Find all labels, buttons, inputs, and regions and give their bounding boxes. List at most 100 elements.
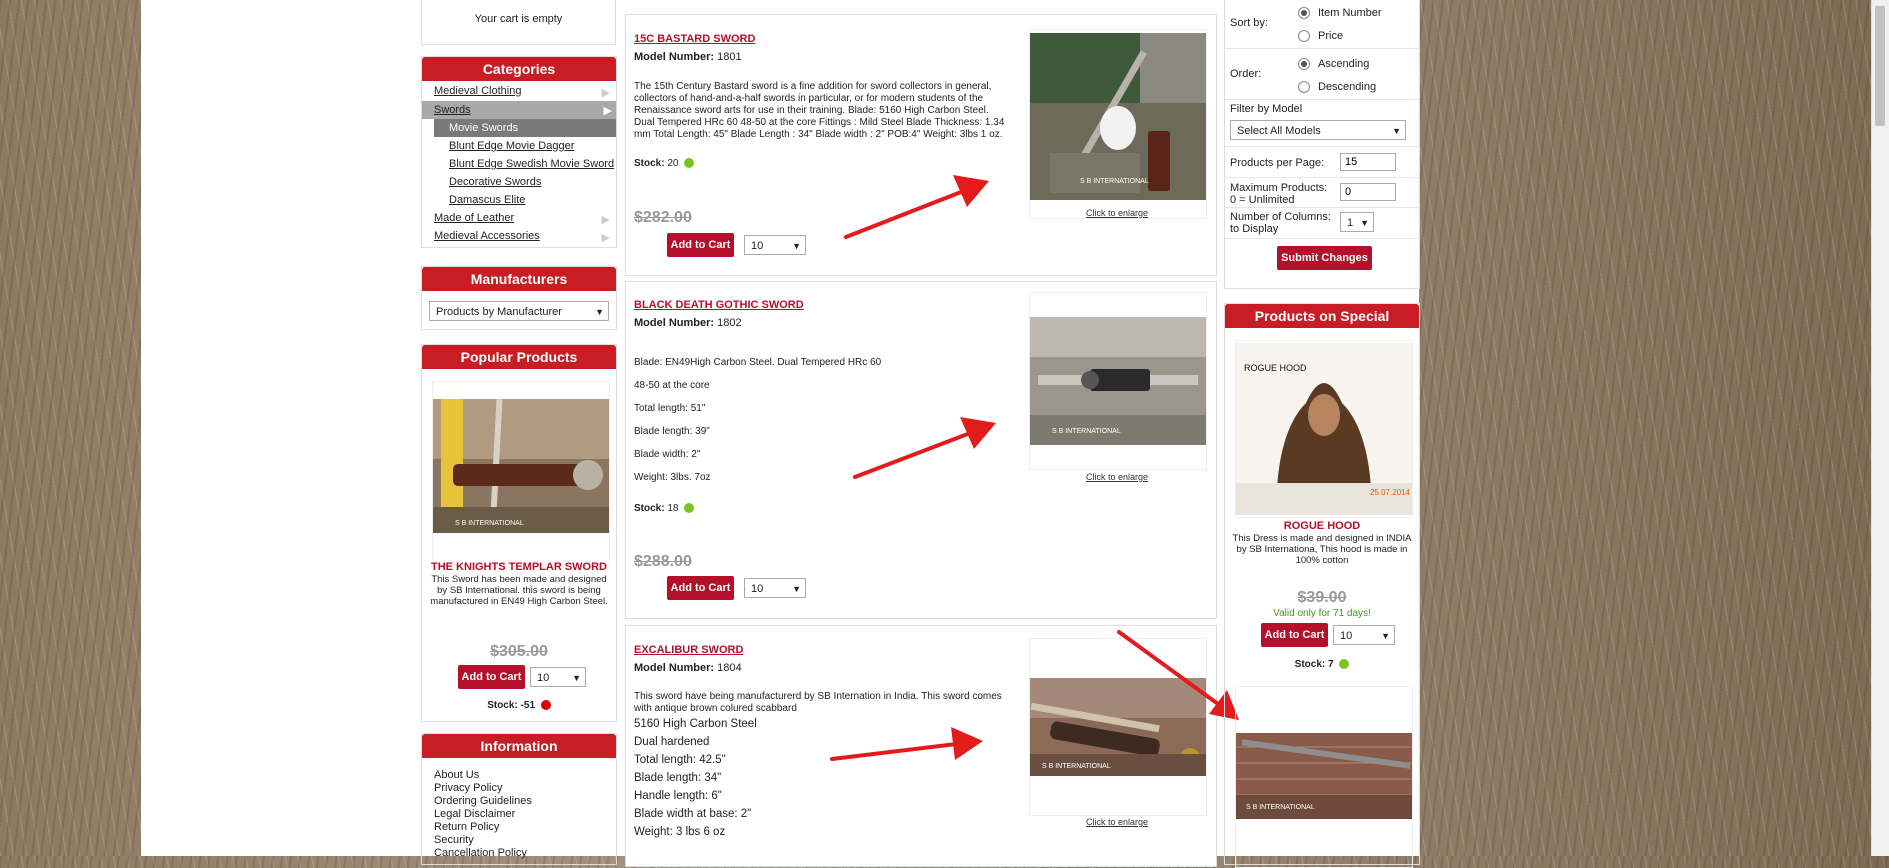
product-image[interactable]: S B INTERNATIONAL	[1030, 33, 1206, 200]
model-value: 1801	[717, 51, 742, 63]
information-box: Information About Us Privacy Policy Orde…	[421, 733, 617, 865]
qty-select[interactable]: 10 ▼	[744, 578, 806, 598]
scrollbar-thumb[interactable]	[1875, 6, 1885, 126]
product-spec-line: 5160 High Carbon Steel	[634, 718, 757, 730]
model-number: Model Number: 1804	[634, 662, 742, 674]
chevron-down-icon: ▼	[792, 241, 801, 251]
subcategory-label[interactable]: Movie Swords	[449, 122, 518, 134]
product-card: BLACK DEATH GOTHIC SWORD Model Number: 1…	[625, 281, 1217, 619]
info-link[interactable]: Return Policy	[434, 821, 499, 833]
click-to-enlarge-link[interactable]: Click to enlarge	[1029, 472, 1205, 482]
divider	[1225, 238, 1419, 239]
category-label[interactable]: Swords	[434, 104, 471, 116]
add-to-cart-button[interactable]: Add to Cart	[667, 233, 734, 257]
category-item-active[interactable]: Swords ▶	[422, 101, 616, 119]
manufacturer-select[interactable]: Products by Manufacturer ▼	[429, 301, 609, 321]
chevron-down-icon: ▼	[572, 673, 581, 683]
chevron-down-icon: ▼	[1392, 126, 1401, 136]
product-card: 15C BASTARD SWORD Model Number: 1801 The…	[625, 14, 1217, 276]
manufacturer-select-value: Products by Manufacturer	[436, 306, 562, 318]
product-image-frame[interactable]: S B INTERNATIONAL	[1029, 292, 1207, 470]
product-image[interactable]: S B INTERNATIONAL	[1030, 317, 1206, 445]
category-label[interactable]: Medieval Clothing	[434, 85, 521, 97]
order-option[interactable]: Descending	[1298, 81, 1376, 94]
popular-image-frame[interactable]: S B INTERNATIONAL	[432, 381, 610, 565]
product-image[interactable]: S B INTERNATIONAL	[1030, 678, 1206, 776]
radio-selected-icon[interactable]	[1298, 58, 1310, 71]
category-label[interactable]: Made of Leather	[434, 212, 514, 224]
filter-label: Filter by Model	[1230, 103, 1303, 115]
sort-option[interactable]: Item Number	[1298, 7, 1382, 20]
cols-label-line: Number of Columns:	[1230, 211, 1331, 223]
info-link[interactable]: Cancellation Policy	[434, 847, 527, 859]
click-to-enlarge-link[interactable]: Click to enlarge	[1029, 208, 1205, 218]
sort-option[interactable]: Price	[1298, 30, 1343, 43]
popular-qty-value: 10	[537, 672, 550, 684]
model-label: Model Number:	[634, 317, 715, 329]
subcategory-item[interactable]: Damascus Elite	[449, 194, 525, 206]
special-image-frame-2[interactable]: S B INTERNATIONAL	[1235, 686, 1413, 868]
svg-text:S B INTERNATIONAL: S B INTERNATIONAL	[1080, 178, 1149, 185]
qty-select[interactable]: 10 ▼	[744, 235, 806, 255]
product-stock: Stock: 20	[634, 158, 695, 169]
subcategory-item-active[interactable]: Movie Swords	[434, 119, 616, 137]
product-title[interactable]: BLACK DEATH GOTHIC SWORD	[634, 299, 804, 311]
popular-add-to-cart-button[interactable]: Add to Cart	[458, 665, 525, 689]
special-product-desc: This Dress is made and designed in INDIA…	[1232, 533, 1412, 566]
info-link[interactable]: Privacy Policy	[434, 782, 502, 794]
submit-changes-button[interactable]: Submit Changes	[1277, 246, 1372, 270]
popular-product-name[interactable]: THE KNIGHTS TEMPLAR SWORD	[422, 561, 616, 573]
info-link[interactable]: Legal Disclaimer	[434, 808, 515, 820]
model-label: Model Number:	[634, 51, 715, 63]
qty-value: 10	[751, 583, 764, 595]
info-link[interactable]: Ordering Guidelines	[434, 795, 532, 807]
columns-select[interactable]: 1 ▼	[1340, 212, 1374, 232]
order-option[interactable]: Ascending	[1298, 58, 1369, 71]
info-link[interactable]: About Us	[434, 769, 479, 781]
product-spec-line: Blade length: 39"	[634, 426, 710, 437]
special-valid-text: Valid only for 71 days!	[1273, 608, 1371, 619]
categories-title: Categories	[422, 57, 616, 81]
filter-model-value: Select All Models	[1237, 125, 1321, 137]
special-qty-select[interactable]: 10 ▼	[1333, 625, 1395, 645]
special-image-caption: ROGUE HOOD	[1244, 363, 1307, 373]
product-image-frame[interactable]: S B INTERNATIONAL	[1029, 29, 1207, 219]
products-per-page-input[interactable]	[1340, 153, 1396, 171]
click-to-enlarge-link[interactable]: Click to enlarge	[1029, 817, 1205, 827]
max-products-input[interactable]	[1340, 183, 1396, 201]
sort-box: Sort by: Item Number Price Order: Ascend…	[1224, 0, 1420, 289]
product-title[interactable]: EXCALIBUR SWORD	[634, 644, 743, 656]
special-add-to-cart-button[interactable]: Add to Cart	[1261, 623, 1328, 647]
scrollbar[interactable]	[1871, 0, 1889, 856]
model-value: 1804	[717, 662, 742, 674]
special-product-name[interactable]: ROGUE HOOD	[1225, 520, 1419, 532]
radio-selected-icon[interactable]	[1298, 7, 1310, 20]
category-item[interactable]: Medieval Accessories ▶	[434, 230, 614, 244]
model-label: Model Number:	[634, 662, 715, 674]
special-product-image-2[interactable]: S B INTERNATIONAL	[1236, 733, 1412, 819]
product-spec-line: Total length: 42.5"	[634, 754, 726, 766]
chevron-right-icon: ▶	[601, 87, 610, 99]
filter-model-select[interactable]: Select All Models ▼	[1230, 120, 1406, 140]
stock-value: 18	[667, 503, 679, 514]
product-stock: Stock: 18	[634, 503, 695, 514]
product-title[interactable]: 15C BASTARD SWORD	[634, 33, 755, 45]
product-image-frame[interactable]: S B INTERNATIONAL	[1029, 638, 1207, 816]
special-image-frame[interactable]: ROGUE HOOD 25.07.2014	[1235, 340, 1413, 518]
stock-label: Stock:	[634, 158, 665, 169]
popular-product-image[interactable]: S B INTERNATIONAL	[433, 399, 609, 533]
info-link[interactable]: Security	[434, 834, 474, 846]
subcategory-item[interactable]: Decorative Swords	[449, 176, 541, 188]
category-label[interactable]: Medieval Accessories	[434, 230, 540, 242]
subcategory-item[interactable]: Blunt Edge Swedish Movie Sword	[449, 158, 614, 170]
category-item[interactable]: Medieval Clothing ▶	[434, 85, 614, 99]
add-to-cart-button[interactable]: Add to Cart	[667, 576, 734, 600]
max-label: Maximum Products: 0 = Unlimited	[1230, 182, 1327, 206]
radio-icon[interactable]	[1298, 81, 1310, 94]
product-intro: This sword have being manufacturerd by S…	[634, 691, 1002, 714]
subcategory-item[interactable]: Blunt Edge Movie Dagger	[449, 140, 574, 152]
category-item[interactable]: Made of Leather ▶	[434, 212, 614, 226]
radio-icon[interactable]	[1298, 30, 1310, 43]
popular-qty-select[interactable]: 10 ▼	[530, 667, 586, 687]
product-price: $288.00	[634, 553, 692, 570]
